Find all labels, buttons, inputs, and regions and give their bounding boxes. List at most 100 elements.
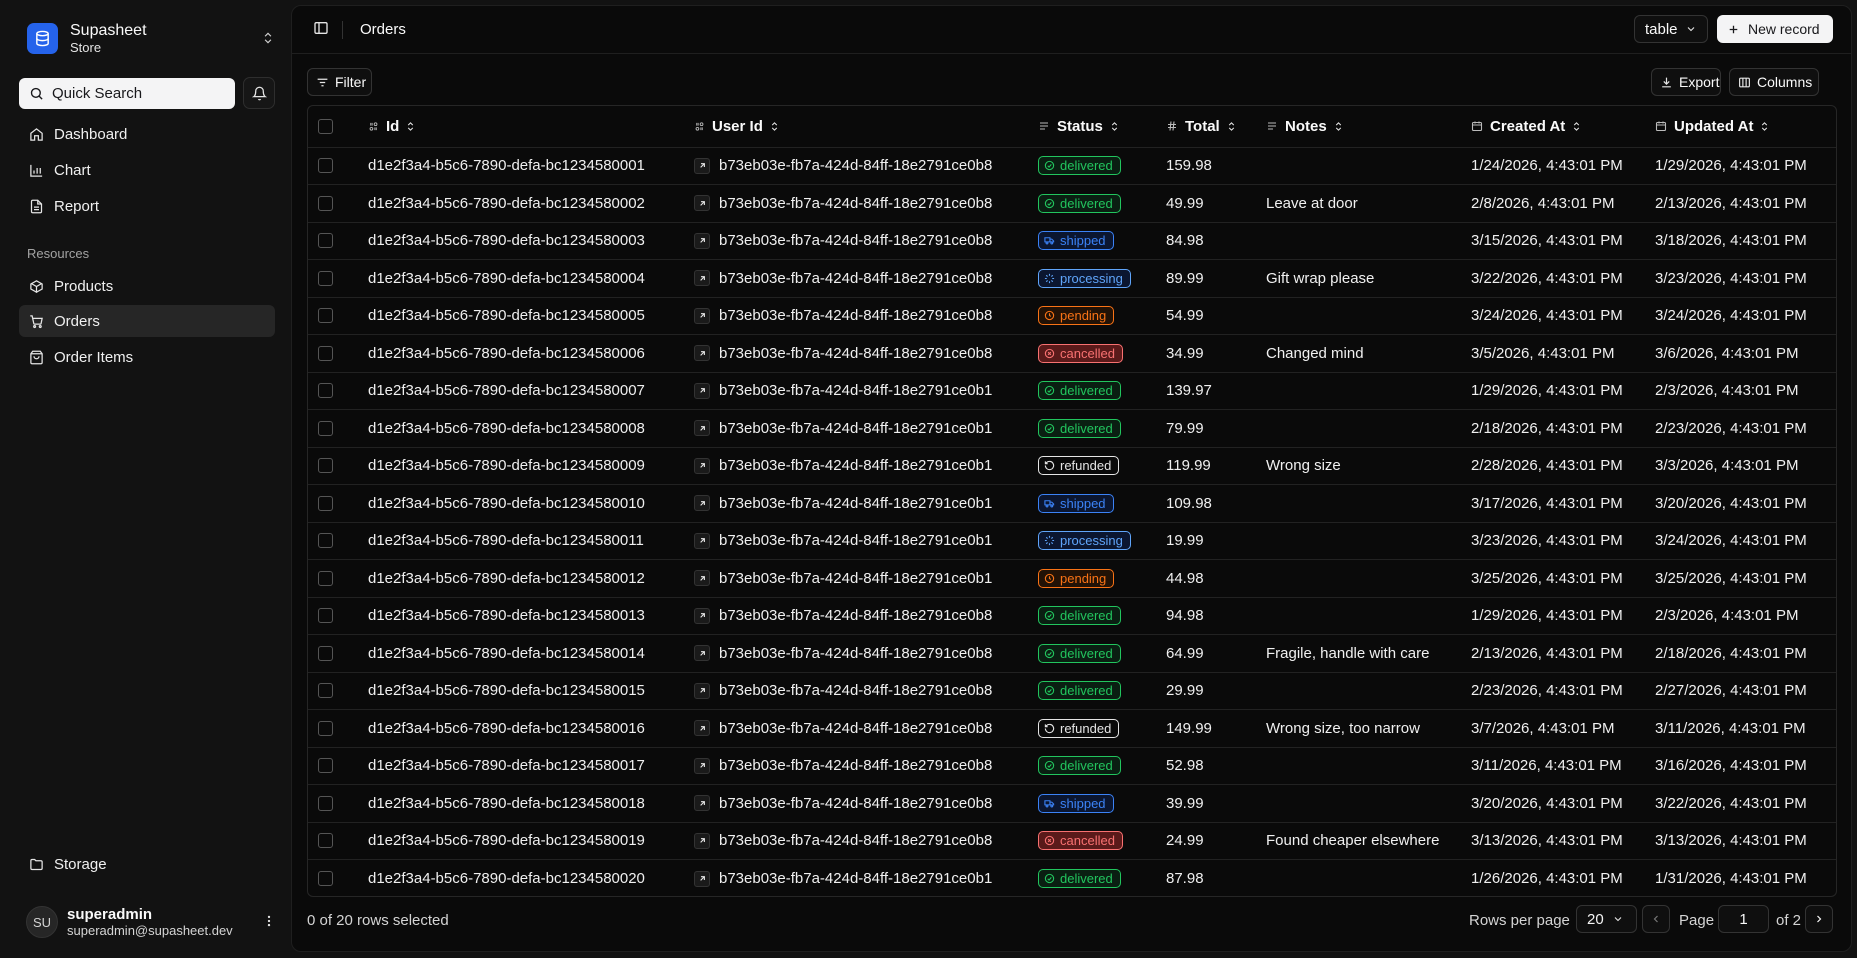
table-row[interactable]: d1e2f3a4-b5c6-7890-defa-bc1234580001 b73e… <box>308 147 1836 185</box>
arrow-up-right-icon[interactable] <box>694 607 710 624</box>
cell-id: d1e2f3a4-b5c6-7890-defa-bc1234580018 <box>368 794 645 812</box>
row-checkbox[interactable] <box>318 833 333 849</box>
row-checkbox[interactable] <box>318 495 333 511</box>
table-row[interactable]: d1e2f3a4-b5c6-7890-defa-bc1234580019 b73e… <box>308 822 1836 860</box>
sidebar-toggle-icon[interactable] <box>313 20 329 36</box>
arrow-up-right-icon[interactable] <box>694 870 710 887</box>
table-row[interactable]: d1e2f3a4-b5c6-7890-defa-bc1234580013 b73e… <box>308 597 1836 635</box>
row-checkbox[interactable] <box>318 233 333 249</box>
rows-per-page-select[interactable]: 20 <box>1576 905 1637 933</box>
table-row[interactable]: d1e2f3a4-b5c6-7890-defa-bc1234580003 b73e… <box>308 222 1836 260</box>
table-row[interactable]: d1e2f3a4-b5c6-7890-defa-bc1234580015 b73e… <box>308 672 1836 710</box>
table-row[interactable]: d1e2f3a4-b5c6-7890-defa-bc1234580005 b73e… <box>308 297 1836 335</box>
nav-item-order-items[interactable]: Order Items <box>19 341 275 373</box>
arrow-up-right-icon[interactable] <box>694 195 710 212</box>
arrow-up-right-icon[interactable] <box>694 307 710 324</box>
row-checkbox[interactable] <box>318 608 333 624</box>
brand-switcher[interactable]: Supasheet Store <box>27 21 275 55</box>
table-row[interactable]: d1e2f3a4-b5c6-7890-defa-bc1234580008 b73e… <box>308 409 1836 448</box>
column-header-id[interactable]: Id <box>368 118 680 135</box>
arrow-up-right-icon[interactable] <box>694 495 710 512</box>
user-name: superadmin <box>67 906 153 923</box>
columns-button[interactable]: Columns <box>1729 68 1819 96</box>
column-header-status[interactable]: Status <box>1038 118 1156 135</box>
arrow-up-right-icon[interactable] <box>694 270 710 287</box>
next-page-button[interactable] <box>1805 905 1833 933</box>
arrow-up-right-icon[interactable] <box>694 682 710 699</box>
status-badge: processing <box>1038 268 1131 288</box>
cell-id: d1e2f3a4-b5c6-7890-defa-bc1234580015 <box>368 682 645 700</box>
status-badge: refunded <box>1038 718 1120 738</box>
column-header-created-at[interactable]: Created At <box>1471 118 1645 135</box>
arrow-up-right-icon[interactable] <box>694 457 710 474</box>
nav-item-storage[interactable]: Storage <box>19 848 275 880</box>
row-checkbox[interactable] <box>318 533 333 549</box>
row-checkbox[interactable] <box>318 458 333 474</box>
select-all-checkbox[interactable] <box>318 118 333 134</box>
notifications-button[interactable] <box>243 77 275 109</box>
table-row[interactable]: d1e2f3a4-b5c6-7890-defa-bc1234580011 b73e… <box>308 522 1836 560</box>
database-icon <box>27 22 58 54</box>
new-record-button[interactable]: New record <box>1717 15 1833 43</box>
arrow-up-right-icon[interactable] <box>694 345 710 362</box>
row-checkbox[interactable] <box>318 720 333 736</box>
filter-button[interactable]: Filter <box>307 68 372 96</box>
arrow-up-right-icon[interactable] <box>694 232 710 249</box>
table-row[interactable]: d1e2f3a4-b5c6-7890-defa-bc1234580016 b73e… <box>308 709 1836 748</box>
table-row[interactable]: d1e2f3a4-b5c6-7890-defa-bc1234580009 b73e… <box>308 447 1836 485</box>
arrow-up-right-icon[interactable] <box>694 795 710 812</box>
export-button[interactable]: Export <box>1651 68 1721 96</box>
table-row[interactable]: d1e2f3a4-b5c6-7890-defa-bc1234580020 b73e… <box>308 859 1836 897</box>
row-checkbox[interactable] <box>318 383 333 399</box>
row-checkbox[interactable] <box>318 420 333 436</box>
previous-page-button[interactable] <box>1642 905 1670 933</box>
arrow-up-right-icon[interactable] <box>694 420 710 437</box>
quick-search-button[interactable]: Quick Search <box>19 78 235 109</box>
row-checkbox[interactable] <box>318 683 333 699</box>
table-row[interactable]: d1e2f3a4-b5c6-7890-defa-bc1234580010 b73e… <box>308 484 1836 523</box>
table-row[interactable]: d1e2f3a4-b5c6-7890-defa-bc1234580006 b73e… <box>308 334 1836 373</box>
table-row[interactable]: d1e2f3a4-b5c6-7890-defa-bc1234580007 b73e… <box>308 372 1836 410</box>
row-checkbox[interactable] <box>318 570 333 586</box>
table-row[interactable]: d1e2f3a4-b5c6-7890-defa-bc1234580017 b73e… <box>308 747 1836 785</box>
nav-item-orders[interactable]: Orders <box>19 305 275 337</box>
nav-item-report[interactable]: Report <box>19 190 275 222</box>
row-checkbox[interactable] <box>318 871 333 886</box>
row-checkbox[interactable] <box>318 270 333 286</box>
arrow-up-right-icon[interactable] <box>694 757 710 774</box>
arrow-up-right-icon[interactable] <box>694 832 710 849</box>
arrow-up-right-icon[interactable] <box>694 720 710 737</box>
table-row[interactable]: d1e2f3a4-b5c6-7890-defa-bc1234580018 b73e… <box>308 784 1836 823</box>
truck-icon <box>1044 498 1055 509</box>
text-icon <box>1038 120 1050 132</box>
arrow-up-right-icon[interactable] <box>694 645 710 662</box>
row-checkbox[interactable] <box>318 795 333 811</box>
row-checkbox[interactable] <box>318 758 333 774</box>
column-header-notes[interactable]: Notes <box>1266 118 1461 135</box>
arrow-up-right-icon[interactable] <box>694 382 710 399</box>
user-menu-trigger[interactable]: SU superadmin superadmin@supasheet.dev <box>26 902 276 942</box>
view-select[interactable]: table <box>1634 15 1708 43</box>
row-checkbox[interactable] <box>318 645 333 661</box>
table-row[interactable]: d1e2f3a4-b5c6-7890-defa-bc1234580004 b73e… <box>308 259 1836 298</box>
arrow-up-right-icon[interactable] <box>694 570 710 587</box>
column-header-user-id[interactable]: User Id <box>694 118 1028 135</box>
table-row[interactable]: d1e2f3a4-b5c6-7890-defa-bc1234580012 b73e… <box>308 559 1836 598</box>
arrow-up-right-icon[interactable] <box>694 157 710 174</box>
row-checkbox[interactable] <box>318 308 333 324</box>
column-header-total[interactable]: Total <box>1166 118 1256 135</box>
row-checkbox[interactable] <box>318 345 333 361</box>
arrow-up-right-icon[interactable] <box>694 532 710 549</box>
row-checkbox[interactable] <box>318 195 333 211</box>
nav-item-products[interactable]: Products <box>19 270 275 302</box>
table-row[interactable]: d1e2f3a4-b5c6-7890-defa-bc1234580014 b73e… <box>308 634 1836 673</box>
column-header-updated-at[interactable]: Updated At <box>1655 118 1836 135</box>
table-row[interactable]: d1e2f3a4-b5c6-7890-defa-bc1234580002 b73e… <box>308 184 1836 223</box>
nav-item-chart[interactable]: Chart <box>19 154 275 186</box>
cell-created-at: 3/20/2026, 4:43:01 PM <box>1471 794 1623 812</box>
row-checkbox[interactable] <box>318 158 333 174</box>
filter-label: Filter <box>335 74 367 90</box>
page-number-input[interactable] <box>1718 905 1769 933</box>
nav-item-dashboard[interactable]: Dashboard <box>19 118 275 150</box>
status-label: pending <box>1060 570 1107 586</box>
